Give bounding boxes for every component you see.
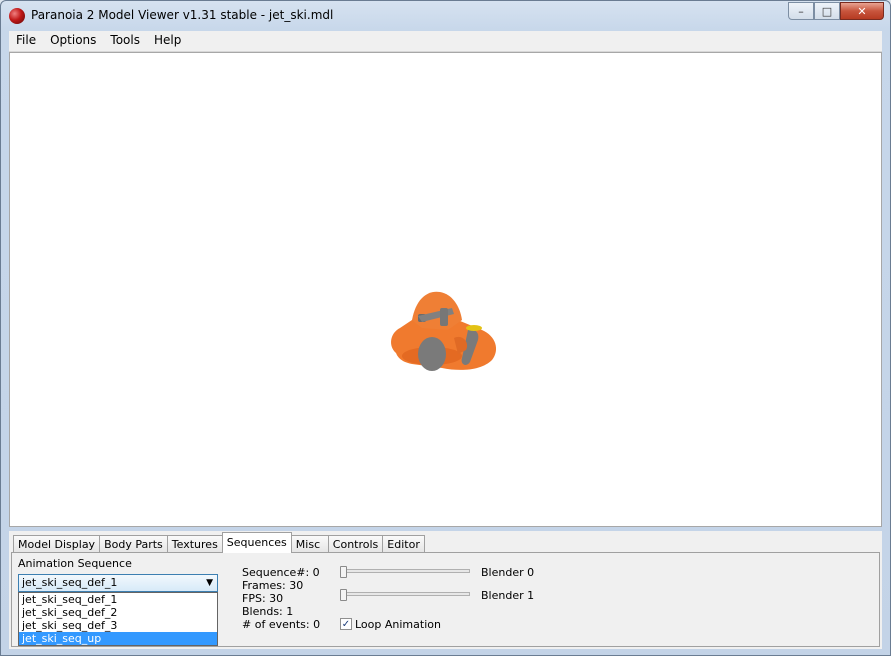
jet-ski-model xyxy=(391,291,497,371)
sequence-option[interactable]: jet_ski_seq_def_1 xyxy=(19,593,217,606)
blends-text: Blends: 1 xyxy=(242,605,294,618)
control-panel: Model Display Body Parts Textures Sequen… xyxy=(9,531,882,649)
loop-animation-label: Loop Animation xyxy=(355,618,441,631)
blender-1-label: Blender 1 xyxy=(481,589,535,602)
menu-bar: File Options Tools Help xyxy=(9,31,882,52)
frames-text: Frames: 30 xyxy=(242,579,304,592)
maximize-button[interactable]: □ xyxy=(814,2,840,20)
engine-cover xyxy=(418,337,446,371)
sequences-tab-content: Animation Sequence jet_ski_seq_def_1 ▼ j… xyxy=(11,552,880,647)
blender-1-slider[interactable] xyxy=(340,589,470,601)
tab-model-display[interactable]: Model Display xyxy=(13,535,101,553)
tab-editor[interactable]: Editor xyxy=(382,535,425,553)
minimize-button[interactable]: – xyxy=(788,2,814,20)
menu-help[interactable]: Help xyxy=(147,31,188,51)
caption-buttons: – □ ✕ xyxy=(788,2,884,20)
sequence-option-highlighted[interactable]: jet_ski_seq_up xyxy=(19,632,217,645)
window-title: Paranoia 2 Model Viewer v1.31 stable - j… xyxy=(31,8,334,22)
blender-0-label: Blender 0 xyxy=(481,566,535,579)
chevron-down-icon[interactable]: ▼ xyxy=(206,575,213,591)
steering-column xyxy=(440,308,448,326)
tab-misc[interactable]: Misc xyxy=(290,535,329,553)
menu-tools[interactable]: Tools xyxy=(103,31,147,51)
menu-options[interactable]: Options xyxy=(43,31,103,51)
tab-textures[interactable]: Textures xyxy=(166,535,223,553)
app-window: Paranoia 2 Model Viewer v1.31 stable - j… xyxy=(0,0,891,656)
loop-animation-checkbox[interactable]: ✓ xyxy=(340,618,352,630)
events-text: # of events: 0 xyxy=(242,618,321,631)
tab-strip: Model Display Body Parts Textures Sequen… xyxy=(13,531,425,553)
blender-0-slider[interactable] xyxy=(340,566,470,578)
seat-shape xyxy=(412,291,462,330)
title-bar[interactable]: Paranoia 2 Model Viewer v1.31 stable - j… xyxy=(1,1,890,31)
tab-controls[interactable]: Controls xyxy=(327,535,384,553)
blender-1-thumb[interactable] xyxy=(340,589,347,601)
fps-text: FPS: 30 xyxy=(242,592,284,605)
selected-sequence-text: jet_ski_seq_def_1 xyxy=(22,576,118,589)
tab-sequences[interactable]: Sequences xyxy=(221,532,292,553)
tab-body-parts[interactable]: Body Parts xyxy=(99,535,168,553)
close-button[interactable]: ✕ xyxy=(840,2,884,20)
app-icon[interactable] xyxy=(9,8,25,24)
blender-0-thumb[interactable] xyxy=(340,566,347,578)
sequence-option[interactable]: jet_ski_seq_def_2 xyxy=(19,606,217,619)
sequence-option[interactable]: jet_ski_seq_def_3 xyxy=(19,619,217,632)
animation-sequence-label: Animation Sequence xyxy=(18,557,132,570)
menu-file[interactable]: File xyxy=(9,31,43,51)
animation-sequence-select[interactable]: jet_ski_seq_def_1 ▼ xyxy=(18,574,218,592)
yellow-light xyxy=(466,325,482,331)
sequence-number-text: Sequence#: 0 xyxy=(242,566,320,579)
sequence-dropdown-list: jet_ski_seq_def_1 jet_ski_seq_def_2 jet_… xyxy=(18,592,218,646)
model-viewport[interactable] xyxy=(9,52,882,527)
